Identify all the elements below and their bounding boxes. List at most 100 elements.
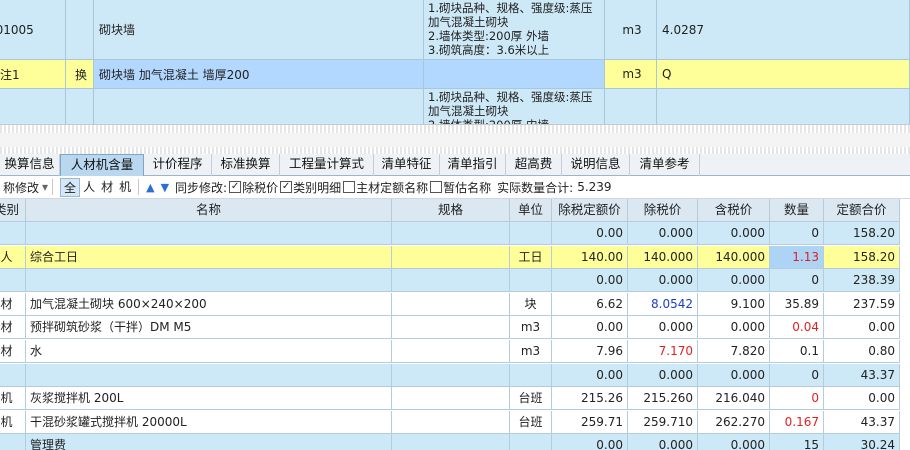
item-row[interactable]: 备注1 换砌块墙 加气混凝土 墙厚200 m3 Q (0, 60, 910, 89)
ex-tax-price-cell[interactable]: 0.000 (628, 222, 698, 245)
unit-cell[interactable]: m3 (510, 316, 552, 340)
ex-tax-price-cell[interactable]: 0.000 (628, 363, 698, 387)
checkbox[interactable] (343, 181, 356, 193)
item-name-cell[interactable]: 砌块墙 加气混凝土 墙厚200 (94, 60, 424, 89)
quantity-cell[interactable]: 0 (770, 222, 824, 245)
spec-cell[interactable] (392, 363, 510, 387)
inc-tax-price-cell[interactable]: 7.820 (698, 340, 770, 363)
resource-row[interactable]: 0.00 0.000 0.000 0 43.37 (0, 363, 910, 387)
quantity-cell[interactable]: 15 (770, 434, 824, 450)
inc-tax-price-cell[interactable]: 0.000 (698, 269, 770, 293)
spec-cell[interactable] (392, 245, 510, 269)
resource-row[interactable]: 材预拌砌筑砂浆（干拌）DM M5 m3 0.00 0.000 0.000 0.04 0.00 (0, 316, 910, 340)
item-code-cell[interactable]: 001005 (0, 0, 66, 60)
resource-row[interactable]: 人综合工日 工日 140.00 140.000 140.000 1.13 158.20 (0, 245, 910, 269)
spec-cell[interactable] (392, 222, 510, 245)
total-cell[interactable]: 238.39 (824, 269, 900, 293)
base-price-cell[interactable]: 7.96 (552, 340, 628, 363)
base-price-cell[interactable]: 259.71 (552, 410, 628, 434)
spec-cell[interactable] (392, 340, 510, 363)
spec-cell[interactable] (392, 387, 510, 411)
panel-splitter[interactable] (0, 124, 910, 154)
spec-cell[interactable] (392, 316, 510, 340)
sync-option[interactable]: 暂估名称 (430, 179, 491, 196)
inc-tax-price-cell[interactable]: 9.100 (698, 292, 770, 316)
tab-9[interactable]: 说明信息 (562, 154, 630, 176)
unit-cell[interactable]: 块 (510, 292, 552, 316)
quantity-cell[interactable]: 0 (770, 387, 824, 411)
item-unit-cell[interactable]: m3 (605, 0, 657, 60)
unit-cell[interactable]: 台班 (510, 387, 552, 411)
sync-option[interactable]: 主材定额名称 (343, 179, 428, 196)
tab-6[interactable]: 清单特征 (374, 154, 440, 176)
tab-8[interactable]: 超高费 (506, 154, 562, 176)
unit-cell[interactable]: 工日 (510, 245, 552, 269)
item-feature-cell[interactable]: 1.砌块品种、规格、强度级:蒸压 加气混凝土砌块 2.墙体类型:200厚 外墙 3.砌… (424, 0, 605, 60)
quantity-cell[interactable]: 35.89 (770, 292, 824, 316)
category-cell[interactable] (0, 269, 26, 293)
tab-2[interactable]: 人材机含量 (60, 154, 144, 176)
move-up-icon[interactable]: ▲ (146, 181, 154, 194)
base-price-cell[interactable]: 6.62 (552, 292, 628, 316)
column-header[interactable]: 单位 (510, 199, 552, 222)
base-price-cell[interactable]: 215.26 (552, 387, 628, 411)
tab-10[interactable]: 清单参考 (630, 154, 700, 176)
resource-row[interactable]: 机干混砂浆罐式搅拌机 20000L 台班 259.71 259.710 262.270 0… (0, 410, 910, 434)
base-price-cell[interactable]: 0.00 (552, 363, 628, 387)
unit-cell[interactable] (510, 434, 552, 450)
base-price-cell[interactable]: 0.00 (552, 222, 628, 245)
inc-tax-price-cell[interactable]: 262.270 (698, 410, 770, 434)
item-row[interactable]: 001004 砌块墙1.砌块品种、规格、强度级:蒸压加气混凝土砌块2.墙体类型:2… (0, 89, 910, 124)
category-cell[interactable] (0, 222, 26, 245)
total-cell[interactable]: 158.20 (824, 245, 900, 269)
inc-tax-price-cell[interactable]: 0.000 (698, 363, 770, 387)
resource-name-cell[interactable]: 综合工日 (26, 245, 392, 269)
item-flag-cell[interactable] (66, 89, 94, 124)
ex-tax-price-cell[interactable]: 0.000 (628, 434, 698, 450)
resource-row[interactable]: 0.00 0.000 0.000 0 238.39 (0, 269, 910, 293)
column-header[interactable]: 数量 (770, 199, 824, 222)
resource-row[interactable]: 材水 m3 7.96 7.170 7.820 0.1 0.80 (0, 340, 910, 363)
unit-cell[interactable] (510, 222, 552, 245)
item-code-cell[interactable]: 备注1 (0, 60, 66, 89)
quantity-cell[interactable]: 0 (770, 269, 824, 293)
quantity-cell[interactable]: 0 (770, 363, 824, 387)
quantity-cell[interactable]: 1.13 (770, 245, 824, 269)
column-header[interactable]: 除税定额价 (552, 199, 628, 222)
ex-tax-price-cell[interactable]: 0.000 (628, 316, 698, 340)
inc-tax-price-cell[interactable]: 0.000 (698, 222, 770, 245)
filter-button[interactable]: 机 (116, 178, 134, 197)
checkbox[interactable]: ✓ (280, 181, 293, 193)
column-header[interactable]: 含税价 (698, 199, 770, 222)
quantity-cell[interactable]: 0.1 (770, 340, 824, 363)
move-down-icon[interactable]: ▼ (161, 181, 169, 194)
item-quantity-cell[interactable]: Q (657, 60, 910, 89)
resource-name-cell[interactable] (26, 363, 392, 387)
spec-cell[interactable] (392, 292, 510, 316)
item-unit-cell[interactable]: m3 (605, 60, 657, 89)
resource-name-cell[interactable] (26, 269, 392, 293)
base-price-cell[interactable]: 140.00 (552, 245, 628, 269)
column-header[interactable]: 定额合价 (824, 199, 900, 222)
filter-button[interactable]: 材 (98, 178, 116, 197)
quantity-cell[interactable]: 0.04 (770, 316, 824, 340)
inc-tax-price-cell[interactable]: 216.040 (698, 387, 770, 411)
category-cell[interactable] (0, 363, 26, 387)
ex-tax-price-cell[interactable]: 7.170 (628, 340, 698, 363)
ex-tax-price-cell[interactable]: 259.710 (628, 410, 698, 434)
total-cell[interactable]: 158.20 (824, 222, 900, 245)
item-name-cell[interactable]: 砌块墙 (94, 89, 424, 124)
column-header[interactable]: 类别 (0, 199, 26, 222)
total-cell[interactable]: 43.37 (824, 363, 900, 387)
spec-cell[interactable] (392, 410, 510, 434)
sync-option[interactable]: ✓ 除税价 (229, 179, 278, 196)
checkbox[interactable] (430, 181, 443, 193)
spec-cell[interactable] (392, 434, 510, 450)
inc-tax-price-cell[interactable]: 140.000 (698, 245, 770, 269)
sync-option[interactable]: ✓ 类别明细 (280, 179, 341, 196)
item-name-cell[interactable]: 砌块墙 (94, 0, 424, 60)
total-cell[interactable]: 30.24 (824, 434, 900, 450)
tab-3[interactable]: 计价程序 (144, 154, 212, 176)
item-unit-cell[interactable]: m3 (605, 89, 657, 124)
category-cell[interactable] (0, 434, 26, 450)
